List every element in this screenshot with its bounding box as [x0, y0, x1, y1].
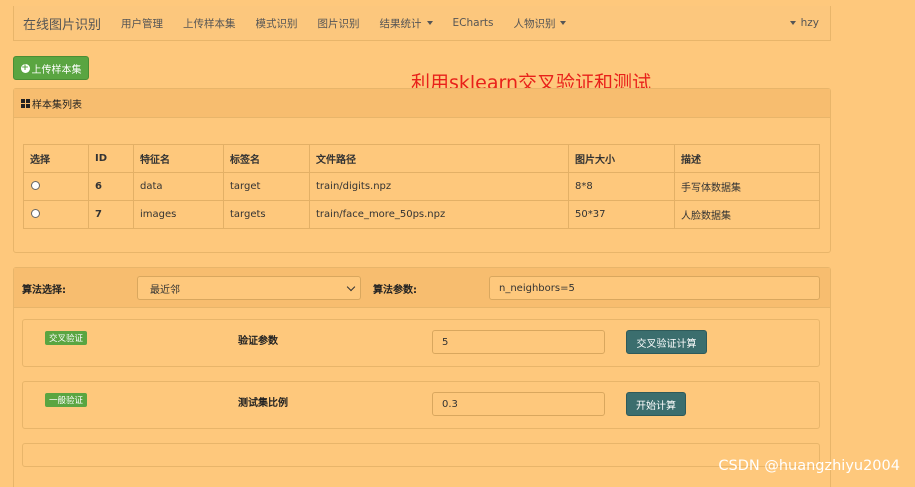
user-name: hzy	[800, 17, 819, 29]
column-header-desc: 描述	[674, 144, 820, 173]
column-header-id: ID	[88, 144, 134, 173]
algorithm-selected-value: 最近邻	[150, 284, 180, 296]
row-select-radio[interactable]	[31, 180, 40, 190]
cross-validation-param-input[interactable]: 5	[432, 330, 605, 354]
upload-sample-set-button[interactable]: + 上传样本集	[13, 56, 89, 80]
table-row: 7 images targets train/face_more_50ps.np…	[23, 200, 820, 229]
algorithm-bar: 算法选择: 最近邻 算法参数: n_neighbors=5	[14, 268, 830, 308]
cell-desc: 人脸数据集	[674, 200, 820, 229]
nav-item-user-management[interactable]: 用户管理	[111, 16, 173, 31]
caret-down-icon	[560, 21, 567, 25]
algorithm-param-label: 算法参数:	[373, 285, 417, 296]
test-validation-panel: 一般验证 测试集比例 0.3 开始计算	[22, 381, 820, 429]
result-panel	[22, 443, 820, 467]
caret-down-icon	[426, 21, 433, 25]
table-header-row: 选择 ID 特征名 标签名 文件路径 图片大小 描述	[23, 144, 820, 173]
test-validation-badge: 一般验证	[45, 393, 88, 407]
cross-validation-badge: 交叉验证	[45, 331, 88, 345]
column-header-label: 标签名	[223, 144, 310, 173]
column-header-path: 文件路径	[309, 144, 569, 173]
top-navbar: 在线图片识别 用户管理 上传样本集 模式识别 图片识别 结果统计 ECharts…	[13, 6, 831, 41]
algorithm-select[interactable]: 最近邻	[137, 276, 361, 300]
cell-size: 8*8	[568, 172, 675, 201]
algorithm-select-label: 算法选择:	[22, 285, 66, 296]
nav-item-pattern-recognition[interactable]: 模式识别	[246, 16, 308, 31]
cell-label: target	[223, 172, 310, 201]
chevron-down-icon	[346, 282, 356, 292]
th-large-icon	[21, 98, 30, 108]
navbar-brand[interactable]: 在线图片识别	[14, 14, 111, 33]
column-header-select: 选择	[23, 144, 89, 173]
upload-button-label: 上传样本集	[31, 64, 82, 76]
nav-item-result-statistics[interactable]: 结果统计	[370, 16, 443, 31]
row-select-radio[interactable]	[31, 208, 40, 218]
table-row: 6 data target train/digits.npz 8*8 手写体数据…	[23, 172, 820, 201]
sample-set-panel: 样本集列表 选择 ID 特征名 标签名 文件路径 图片大小 描述 6 data …	[13, 88, 831, 253]
cell-desc: 手写体数据集	[674, 172, 820, 201]
test-ratio-input[interactable]: 0.3	[432, 392, 605, 416]
start-compute-button[interactable]: 开始计算	[626, 392, 686, 416]
nav-item-echarts[interactable]: ECharts	[443, 17, 504, 29]
csdn-watermark: CSDN @huangzhiyu2004	[718, 458, 900, 474]
cell-feature: images	[133, 200, 224, 229]
cross-validation-compute-button[interactable]: 交叉验证计算	[626, 330, 707, 354]
nav-item-upload-samples[interactable]: 上传样本集	[173, 16, 246, 31]
algorithm-panel: 算法选择: 最近邻 算法参数: n_neighbors=5 交叉验证 验证参数 …	[13, 267, 831, 487]
sample-set-panel-header: 样本集列表	[14, 89, 830, 118]
sample-set-panel-title: 样本集列表	[32, 99, 82, 111]
cell-id: 7	[88, 200, 134, 229]
cell-path: train/face_more_50ps.npz	[309, 200, 569, 229]
cell-label: targets	[223, 200, 310, 229]
cell-path: train/digits.npz	[309, 172, 569, 201]
algorithm-param-input[interactable]: n_neighbors=5	[489, 276, 820, 300]
column-header-feature: 特征名	[133, 144, 224, 173]
user-menu[interactable]: hzy	[789, 17, 830, 29]
cell-feature: data	[133, 172, 224, 201]
test-ratio-label: 测试集比例	[238, 398, 288, 409]
cell-id: 6	[88, 172, 134, 201]
nav-item-image-recognition[interactable]: 图片识别	[308, 16, 370, 31]
nav-item-person-recognition[interactable]: 人物识别	[503, 16, 576, 31]
cross-validation-panel: 交叉验证 验证参数 5 交叉验证计算	[22, 319, 820, 367]
cross-validation-param-label: 验证参数	[238, 336, 278, 347]
sample-set-table: 选择 ID 特征名 标签名 文件路径 图片大小 描述 6 data target…	[23, 144, 820, 229]
plus-circle-icon: +	[20, 62, 30, 73]
column-header-size: 图片大小	[568, 144, 675, 173]
caret-down-icon	[789, 21, 796, 25]
cell-size: 50*37	[568, 200, 675, 229]
